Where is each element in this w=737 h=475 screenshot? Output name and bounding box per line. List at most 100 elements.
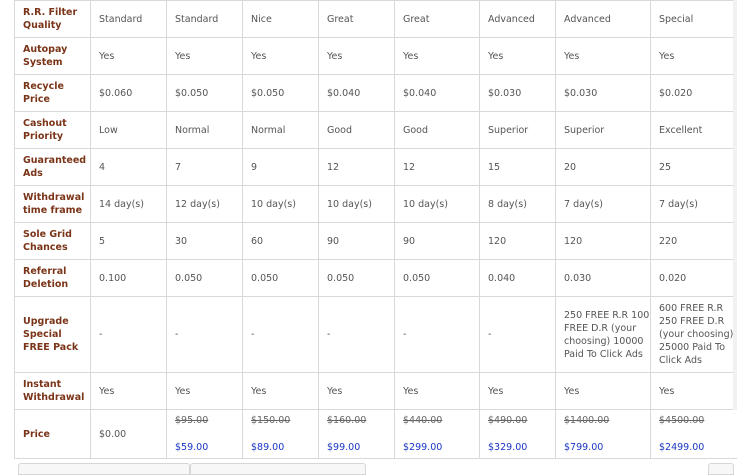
cell: $0.040: [395, 75, 480, 112]
cell: 15: [480, 149, 556, 186]
bottom-tab[interactable]: [190, 463, 366, 475]
cell: Yes: [167, 38, 243, 75]
price-cell: $150.00$89.00: [243, 410, 319, 459]
cell: 120: [480, 223, 556, 260]
row-label: Referral Deletion: [15, 260, 91, 297]
cell: 120: [556, 223, 651, 260]
sale-price: $2499.00: [659, 441, 737, 454]
price-cell: $490.00$329.00: [480, 410, 556, 459]
column-header: Great: [395, 1, 480, 38]
cell: 14 day(s): [91, 186, 167, 223]
sale-price: $299.00: [403, 441, 479, 454]
cell: $0.050: [243, 75, 319, 112]
cell: 0.050: [167, 260, 243, 297]
cell: Yes: [556, 373, 651, 410]
header-row: R.R. Filter Quality Standard Standard Ni…: [15, 1, 737, 38]
cell: 0.050: [395, 260, 480, 297]
cell: Yes: [243, 373, 319, 410]
original-price: $490.00: [488, 414, 555, 427]
table-row: Recycle Price $0.060 $0.050 $0.050 $0.04…: [15, 75, 737, 112]
column-header: Standard: [167, 1, 243, 38]
row-label: Price: [15, 410, 91, 459]
cell: -: [91, 297, 167, 373]
cell: 0.050: [243, 260, 319, 297]
cell: 12 day(s): [167, 186, 243, 223]
bottom-tab[interactable]: [708, 463, 734, 475]
cell: Yes: [651, 38, 737, 75]
price-cell: $0.00: [91, 410, 167, 459]
price-cell: $440.00 $299.00: [395, 410, 480, 459]
cell: Yes: [319, 38, 395, 75]
cell: 4: [91, 149, 167, 186]
cell: Excellent: [651, 112, 737, 149]
cell: 7: [167, 149, 243, 186]
cell: 9: [243, 149, 319, 186]
row-label: Withdrawal time frame: [15, 186, 91, 223]
cell: 90: [319, 223, 395, 260]
sale-price: $99.00: [327, 441, 394, 454]
table-row: Referral Deletion 0.100 0.050 0.050 0.05…: [15, 260, 737, 297]
cell: 0.030: [556, 260, 651, 297]
cell: 12: [395, 149, 480, 186]
cell: 8 day(s): [480, 186, 556, 223]
price-cell: $160.00 $99.00: [319, 410, 395, 459]
cell: Yes: [167, 373, 243, 410]
cell: 250 FREE R.R 100 FREE D.R (your choosing…: [556, 297, 651, 373]
original-price: $160.00: [327, 414, 394, 427]
sale-price: $59.00: [175, 441, 242, 454]
membership-comparison: R.R. Filter Quality Standard Standard Ni…: [14, 0, 737, 459]
original-price: $95.00: [175, 414, 242, 427]
cell: -: [319, 297, 395, 373]
row-label: Cashout Priority: [15, 112, 91, 149]
row-label: Autopay System: [15, 38, 91, 75]
cell: $0.030: [556, 75, 651, 112]
cell: 60: [243, 223, 319, 260]
cell: -: [243, 297, 319, 373]
cell: Low: [91, 112, 167, 149]
price-cell: $4500.00 $2499.00: [651, 410, 737, 459]
cell: Yes: [395, 38, 480, 75]
table-row: Instant Withdrawal Yes Yes Yes Yes Yes Y…: [15, 373, 737, 410]
scrollbar-track[interactable]: [733, 0, 737, 410]
sale-price: $89.00: [251, 441, 318, 454]
cell: 90: [395, 223, 480, 260]
cell: 12: [319, 149, 395, 186]
cell: Yes: [319, 373, 395, 410]
original-price: $4500.00: [659, 414, 737, 427]
row-label: Sole Grid Chances: [15, 223, 91, 260]
cell: 30: [167, 223, 243, 260]
cell: Superior: [556, 112, 651, 149]
column-header: Nice: [243, 1, 319, 38]
cell: Yes: [480, 38, 556, 75]
cell: 5: [91, 223, 167, 260]
table-row: Withdrawal time frame 14 day(s) 12 day(s…: [15, 186, 737, 223]
column-header: R.R. Filter Quality: [15, 1, 91, 38]
cell: Yes: [556, 38, 651, 75]
cell: $0.030: [480, 75, 556, 112]
cell: Yes: [395, 373, 480, 410]
cell: 0.100: [91, 260, 167, 297]
price-cell: $1400.00$799.00: [556, 410, 651, 459]
cell: 10 day(s): [243, 186, 319, 223]
comparison-table: R.R. Filter Quality Standard Standard Ni…: [14, 0, 737, 459]
cell: Normal: [243, 112, 319, 149]
row-label: Recycle Price: [15, 75, 91, 112]
cell: $0.020: [651, 75, 737, 112]
cell: 0.050: [319, 260, 395, 297]
original-price: $1400.00: [564, 414, 650, 427]
table-row: Cashout Priority Low Normal Normal Good …: [15, 112, 737, 149]
cell: $0.050: [167, 75, 243, 112]
cell: Good: [395, 112, 480, 149]
bottom-tab[interactable]: [18, 463, 190, 475]
original-price: $440.00: [403, 414, 479, 427]
table-row: Sole Grid Chances 5 30 60 90 90 120 120 …: [15, 223, 737, 260]
cell: Yes: [91, 38, 167, 75]
cell: Yes: [243, 38, 319, 75]
table-row: Upgrade Special FREE Pack - - - - - - 25…: [15, 297, 737, 373]
cell: $0.040: [319, 75, 395, 112]
cell: Yes: [91, 373, 167, 410]
cell: $0.060: [91, 75, 167, 112]
price-row: Price $0.00 $95.00 $59.00 $150.00$89.00 $…: [15, 410, 737, 459]
cell: 600 FREE R.R 250 FREE D.R (your choosing…: [651, 297, 737, 373]
cell: Yes: [651, 373, 737, 410]
